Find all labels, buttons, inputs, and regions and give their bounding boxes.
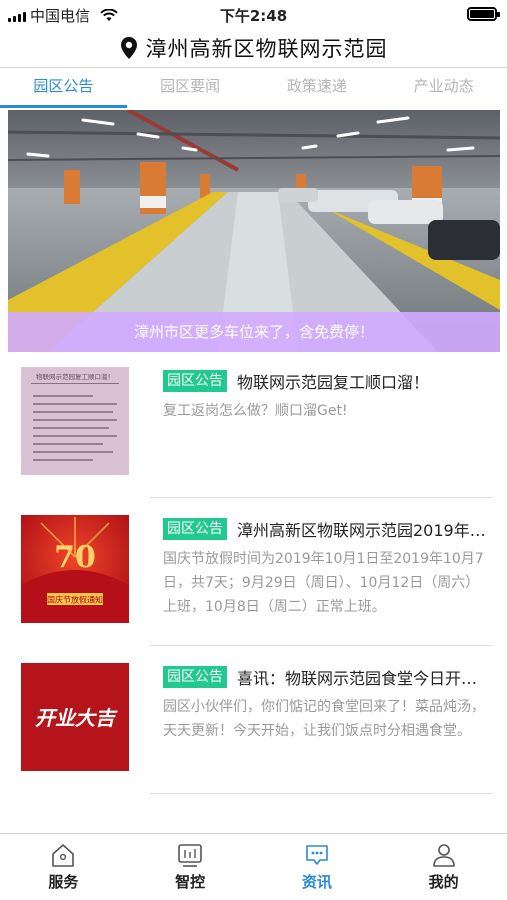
control-panel-icon — [178, 844, 202, 867]
national-day-poster-image: 70 国庆节放假通知 — [21, 515, 129, 623]
thumbnail-heading: 物联网示范园复工顺口溜！ — [36, 372, 114, 381]
page-header: 漳州高新区物联网示范园 — [0, 28, 507, 68]
grand-opening-image: 开业大吉 — [21, 663, 129, 771]
news-body: 园区公告 漳州高新区物联网示范园2019年国庆节放假通知 国庆节放假时间为201… — [163, 517, 491, 619]
page-title: 漳州高新区物联网示范园 — [145, 36, 388, 61]
news-summary: 园区小伙伴们，你们惦记的食堂回来了！菜品炖汤，天天更新！今天开始，让我们饭点时分… — [163, 699, 485, 739]
news-thumbnail: 70 国庆节放假通知 — [21, 515, 129, 623]
list-divider — [150, 645, 493, 646]
nav-item-services[interactable]: 服务 — [0, 834, 127, 900]
banner-carousel[interactable]: 漳州市区更多车位来了，含免费停！ — [8, 110, 500, 352]
poster-label: 国庆节放假通知 — [47, 595, 103, 605]
bottom-navigation: 服务 智控 资讯 我的 — [0, 833, 507, 900]
news-title: 漳州高新区物联网示范园2019年国庆节放假通知 — [237, 521, 491, 540]
home-icon — [52, 844, 75, 867]
nav-label: 智控 — [175, 873, 206, 891]
category-tabs: 园区公告 园区要闻 政策速递 产业动态 — [0, 68, 507, 108]
nav-item-smart-control[interactable]: 智控 — [127, 834, 254, 900]
tab-industry-updates[interactable]: 产业动态 — [380, 68, 507, 108]
list-divider — [150, 793, 493, 794]
nav-label: 服务 — [48, 873, 79, 891]
list-divider — [150, 497, 493, 498]
news-summary: 复工返岗怎么做？顺口溜Get! — [163, 403, 348, 419]
opening-calligraphy: 开业大吉 — [35, 706, 118, 730]
news-chat-icon — [306, 845, 328, 865]
person-icon — [432, 844, 455, 867]
category-tag: 园区公告 — [163, 666, 227, 688]
nav-label: 我的 — [428, 873, 459, 891]
location-pin-icon — [120, 36, 137, 59]
news-thumbnail: 开业大吉 — [21, 663, 129, 771]
category-tag: 园区公告 — [163, 370, 227, 392]
status-time: 下午2:48 — [219, 7, 288, 25]
notice-paper-image: 物联网示范园复工顺口溜！ — [21, 367, 129, 475]
news-title: 物联网示范园复工顺口溜！ — [237, 373, 430, 392]
banner-caption: 漳州市区更多车位来了，含免费停！ — [8, 312, 500, 352]
news-thumbnail: 物联网示范园复工顺口溜！ — [21, 367, 129, 475]
nav-item-profile[interactable]: 我的 — [380, 834, 507, 900]
news-summary: 国庆节放假时间为2019年10月1日至2019年10月7日，共7天；9月29日（… — [163, 551, 484, 615]
category-tag: 园区公告 — [163, 518, 227, 540]
status-bar: 中国电信 下午2:48 — [0, 0, 507, 28]
poster-number: 70 — [54, 540, 96, 575]
tab-park-announcements[interactable]: 园区公告 — [0, 68, 127, 108]
nav-label: 资讯 — [301, 873, 332, 891]
tab-park-news[interactable]: 园区要闻 — [127, 68, 254, 108]
battery-icon — [467, 7, 500, 21]
nav-item-news[interactable]: 资讯 — [254, 834, 381, 900]
news-body: 园区公告 喜讯：物联网示范园食堂今日开业啦！ 园区小伙伴们，你们惦记的食堂回来了… — [163, 665, 491, 767]
news-body: 园区公告 物联网示范园复工顺口溜！ 复工返岗怎么做？顺口溜Get! — [163, 369, 491, 471]
tab-policy-express[interactable]: 政策速递 — [254, 68, 381, 108]
news-item[interactable]: 70 国庆节放假通知 园区公告 漳州高新区物联网示范园2019年国庆节放假通知 … — [0, 503, 507, 643]
news-title: 喜讯：物联网示范园食堂今日开业啦！ — [237, 669, 491, 688]
news-item[interactable]: 开业大吉 园区公告 喜讯：物联网示范园食堂今日开业啦！ 园区小伙伴们，你们惦记的… — [0, 651, 507, 791]
news-item[interactable]: 物联网示范园复工顺口溜！ 园区公告 物联网示范园复工顺口溜！ 复工返岗怎么做？顺… — [0, 355, 507, 495]
